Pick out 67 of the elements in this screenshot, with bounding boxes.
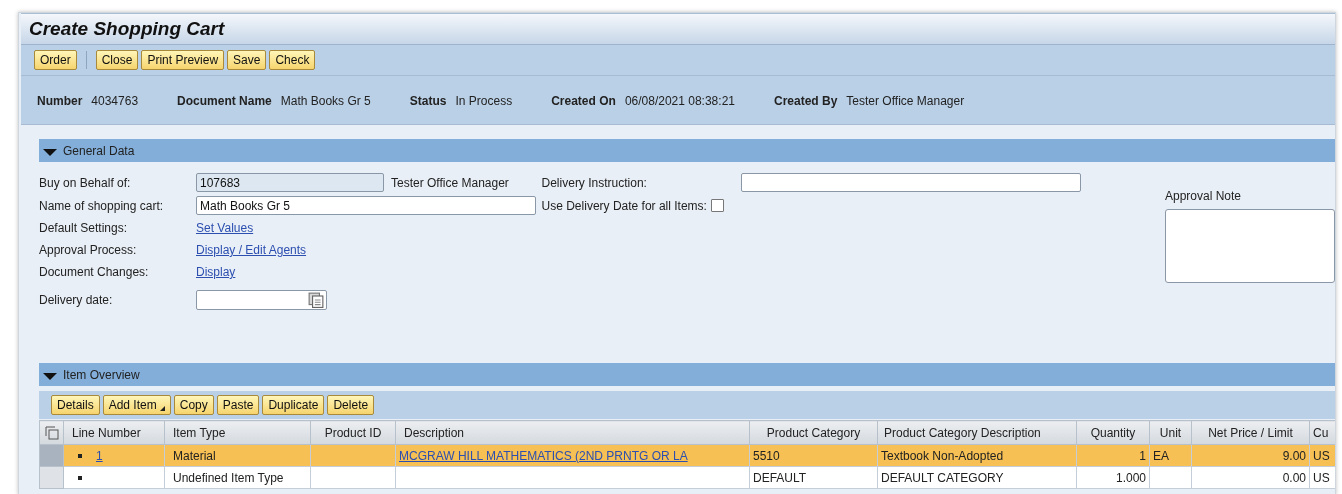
field-label: Approval Process: [39, 243, 138, 257]
caret-icon [159, 405, 165, 411]
input-field[interactable]: Math Books Gr 5 [196, 196, 536, 215]
toolbar-button[interactable]: Print Preview [141, 50, 225, 70]
toolbar-button[interactable]: Save [227, 50, 267, 70]
input-field[interactable] [740, 173, 1081, 192]
field-label: Approval Note [1165, 189, 1243, 203]
field-label: Created On [551, 94, 616, 108]
field-value: In Process [455, 94, 513, 108]
toolbar-button[interactable]: Duplicate [262, 395, 325, 415]
window-title: Create Shopping Cart [29, 18, 225, 40]
toolbar-button[interactable]: Delete [327, 395, 375, 415]
column-header[interactable]: Product ID [310, 420, 396, 445]
section-header[interactable]: General Data [39, 139, 1335, 162]
calendar-icon[interactable] [308, 292, 324, 308]
link[interactable]: Display [196, 265, 236, 279]
column-header[interactable]: Product Category [749, 420, 878, 445]
column-header[interactable]: Quantity [1076, 420, 1150, 445]
field-value: Math Books Gr 5 [280, 94, 371, 108]
field-label: Delivery date: [39, 293, 114, 307]
toolbar-button[interactable]: Order [34, 50, 77, 70]
table-cell: Undefined Item Type [164, 466, 311, 489]
field-value: Tester Office Manager [846, 94, 965, 108]
toolbar-button[interactable]: Copy [173, 395, 214, 415]
column-selector[interactable] [39, 420, 64, 445]
table-cell: Textbook Non-Adopted [877, 444, 1077, 467]
column-header[interactable]: Description [395, 420, 750, 445]
field-value: 4034763 [91, 94, 139, 108]
user-name: Tester Office Manager [391, 175, 509, 190]
section-header[interactable]: Item Overview [39, 363, 1335, 386]
field-label: Number [37, 94, 83, 108]
text-area[interactable] [1165, 209, 1335, 283]
field-label: Use Delivery Date for all Items: [541, 198, 707, 213]
toolbar-button[interactable]: Close [95, 50, 139, 70]
checkbox[interactable] [710, 199, 724, 212]
column-header[interactable]: Line Number [63, 420, 165, 445]
field-label: Buy on Behalf of: [39, 175, 132, 190]
collapse-icon [43, 372, 57, 380]
field-label: Name of shopping cart: [39, 198, 165, 213]
toolbar-button[interactable]: Details [51, 395, 100, 415]
bullet-icon [78, 454, 82, 459]
field-label: Delivery Instruction: [541, 175, 648, 190]
toolbar-button[interactable]: Check [269, 50, 316, 70]
toolbar-button[interactable]: Paste [216, 395, 260, 415]
link[interactable]: Set Values [196, 221, 254, 235]
table-cell: Material [164, 444, 311, 467]
collapse-icon [43, 148, 57, 156]
field-label: Document Name [177, 94, 272, 108]
link[interactable]: 1 [96, 448, 103, 463]
dropdown-button[interactable]: Add Item [102, 395, 171, 415]
field-label: Status [409, 94, 447, 108]
bullet-icon [78, 475, 82, 480]
column-header[interactable]: Net Price / Limit [1191, 420, 1310, 445]
field-value: 06/08/2021 08:38:21 [624, 94, 735, 108]
field-label: Default Settings: [39, 221, 129, 235]
input-field[interactable]: 107683 [196, 173, 384, 192]
column-header[interactable]: Unit [1149, 420, 1192, 445]
column-header[interactable]: Cu [1309, 420, 1335, 445]
link[interactable]: MCGRAW HILL MATHEMATICS (2ND PRNTG OR LA [399, 448, 688, 463]
column-header[interactable]: Item Type [164, 420, 311, 445]
field-label: Document Changes: [39, 265, 150, 279]
copy-icon [44, 425, 59, 440]
field-label: Created By [774, 94, 838, 108]
link[interactable]: Display / Edit Agents [196, 243, 307, 257]
column-header[interactable]: Product Category Description [877, 420, 1077, 445]
table-cell: DEFAULT CATEGORY [877, 466, 1077, 489]
date-field[interactable] [196, 290, 327, 310]
